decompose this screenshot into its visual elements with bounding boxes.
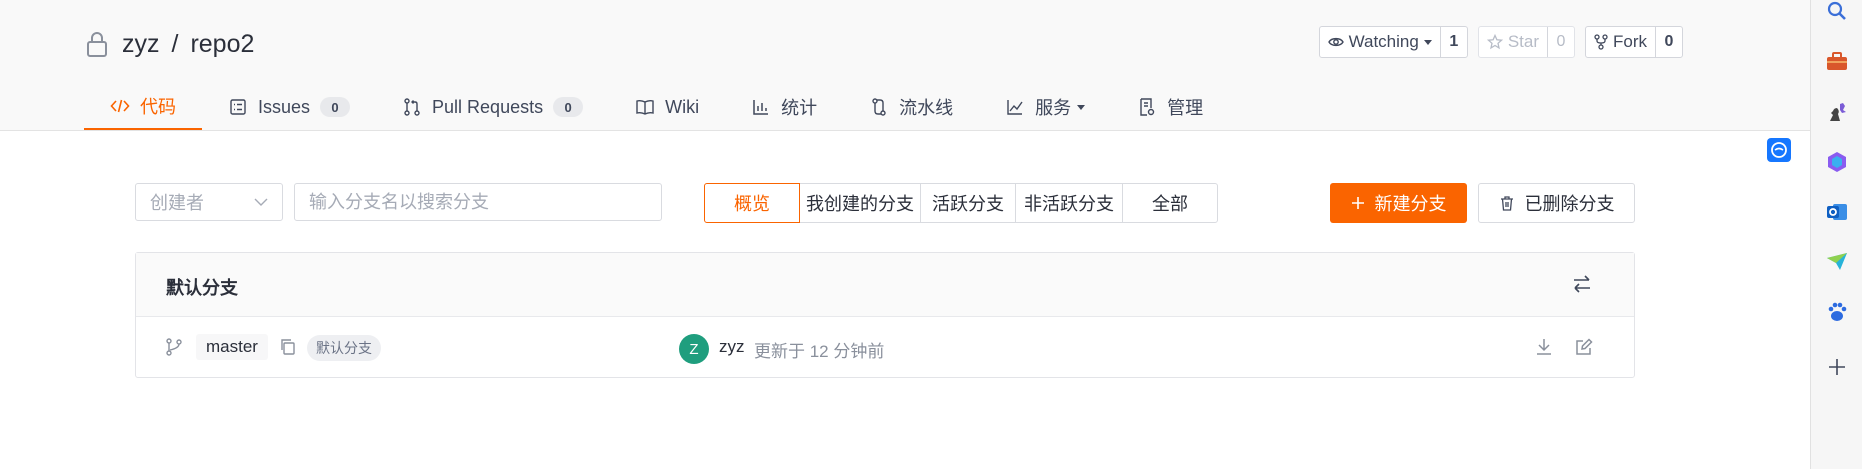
branch-filter-bar: 创建者 概览 我创建的分支 活跃分支 非活跃分支 全部 新建分支 已删除分支 (135, 183, 1635, 223)
copilot-icon[interactable] (1825, 150, 1849, 174)
tab-code[interactable]: 代码 (84, 84, 202, 130)
issues-count-badge: 0 (320, 97, 351, 117)
panel-title: 默认分支 (166, 278, 238, 298)
tab-manage[interactable]: 管理 (1111, 84, 1229, 130)
star-group: Star 0 (1477, 26, 1575, 58)
assistant-icon[interactable] (1767, 138, 1791, 162)
code-icon (110, 99, 130, 113)
repo-path: zyz / repo2 (86, 26, 254, 62)
plus-icon (1351, 197, 1364, 209)
fork-count[interactable]: 0 (1655, 27, 1682, 57)
tab-label: 服务 (1035, 98, 1072, 118)
tab-label: Pull Requests (432, 96, 544, 117)
book-icon (636, 99, 654, 115)
committer-name[interactable]: zyz (719, 337, 745, 357)
star-icon (1486, 34, 1503, 50)
watch-button[interactable]: Watching (1320, 27, 1440, 57)
avatar[interactable]: Z (679, 334, 709, 364)
segment-all[interactable]: 全部 (1122, 183, 1218, 223)
deleted-branches-button[interactable]: 已删除分支 (1478, 183, 1635, 223)
browser-sidebar (1810, 0, 1862, 469)
tab-pipeline[interactable]: 流水线 (843, 84, 979, 130)
repo-tabs: 代码 Issues 0 Pull Requests 0 Wiki 统计 流水线 … (84, 84, 1229, 130)
new-branch-button[interactable]: 新建分支 (1330, 183, 1467, 223)
tab-wiki[interactable]: Wiki (609, 84, 725, 130)
bar-chart-icon (753, 100, 769, 115)
branch-search-input[interactable] (294, 183, 662, 221)
watch-label: Watching (1348, 32, 1419, 51)
tab-label: 管理 (1167, 98, 1204, 118)
issues-icon (230, 99, 246, 115)
creator-placeholder: 创建者 (150, 193, 204, 213)
switch-default-branch-icon[interactable] (1570, 272, 1594, 296)
caret-down-icon (1423, 40, 1432, 45)
branch-name-link[interactable]: master (196, 334, 268, 360)
branch-icon (166, 338, 182, 356)
tab-issues[interactable]: Issues 0 (202, 84, 376, 130)
chevron-down-icon (254, 198, 268, 206)
lock-icon (87, 32, 107, 57)
deleted-branch-label: 已删除分支 (1524, 194, 1615, 214)
pull-requests-count-badge: 0 (553, 97, 584, 117)
star-label: Star (1507, 32, 1539, 51)
branch-row: master 默认分支 Z zyz 更新于 12 分钟前 (136, 317, 1634, 378)
default-branch-badge: 默认分支 (307, 335, 381, 361)
line-chart-icon (1007, 100, 1023, 115)
path-separator: / (171, 29, 179, 58)
star-button[interactable]: Star (1479, 27, 1547, 57)
branch-view-segments: 概览 我创建的分支 活跃分支 非活跃分支 全部 (704, 183, 1218, 223)
panel-header: 默认分支 (136, 253, 1634, 317)
send-icon[interactable] (1825, 250, 1849, 274)
creator-select[interactable]: 创建者 (135, 183, 283, 221)
pull-request-icon (404, 98, 420, 116)
repo-owner-link[interactable]: zyz (122, 30, 160, 59)
caret-down-icon (1077, 105, 1086, 110)
tab-label: Wiki (665, 96, 700, 117)
tab-label: Issues (258, 96, 311, 117)
tab-label: 统计 (781, 98, 818, 118)
tab-pull-requests[interactable]: Pull Requests 0 (376, 84, 609, 130)
fork-button[interactable]: Fork (1586, 27, 1655, 57)
pipeline-icon (872, 98, 886, 116)
new-branch-label: 新建分支 (1374, 194, 1447, 214)
watch-group: Watching 1 (1318, 26, 1468, 58)
default-branch-panel: 默认分支 master 默认分支 Z zyz 更新于 12 分钟前 (135, 252, 1635, 378)
outlook-icon[interactable] (1825, 200, 1849, 224)
add-icon[interactable] (1825, 355, 1849, 379)
repo-actions: Watching 1 Star 0 Fork 0 (1318, 26, 1683, 58)
star-count[interactable]: 0 (1547, 27, 1574, 57)
segment-active-branches[interactable]: 活跃分支 (920, 183, 1016, 223)
settings-doc-icon (1140, 98, 1155, 116)
fork-group: Fork 0 (1585, 26, 1683, 58)
trash-icon (1500, 196, 1513, 211)
chess-icon[interactable] (1825, 100, 1849, 124)
eye-icon (1327, 37, 1344, 47)
fork-label: Fork (1613, 32, 1647, 51)
toolbox-icon[interactable] (1825, 50, 1849, 74)
tab-services[interactable]: 服务 (979, 84, 1111, 130)
tab-statistics[interactable]: 统计 (725, 84, 843, 130)
download-icon[interactable] (1534, 337, 1554, 357)
fork-icon (1594, 34, 1608, 50)
updated-time: 更新于 12 分钟前 (754, 342, 885, 361)
edit-icon[interactable] (1574, 337, 1594, 357)
repo-name-link[interactable]: repo2 (190, 30, 254, 59)
tab-label: 流水线 (899, 98, 954, 118)
segment-inactive-branches[interactable]: 非活跃分支 (1015, 183, 1123, 223)
search-icon[interactable] (1825, 0, 1849, 24)
copy-icon[interactable] (279, 338, 297, 356)
watch-count[interactable]: 1 (1439, 27, 1467, 57)
repo-header: zyz / repo2 Watching 1 Star 0 Fork 0 代码 … (0, 0, 1810, 131)
tab-label: 代码 (140, 97, 176, 117)
segment-my-branches[interactable]: 我创建的分支 (799, 183, 921, 223)
baidu-icon[interactable] (1825, 300, 1849, 324)
segment-overview[interactable]: 概览 (704, 183, 800, 223)
